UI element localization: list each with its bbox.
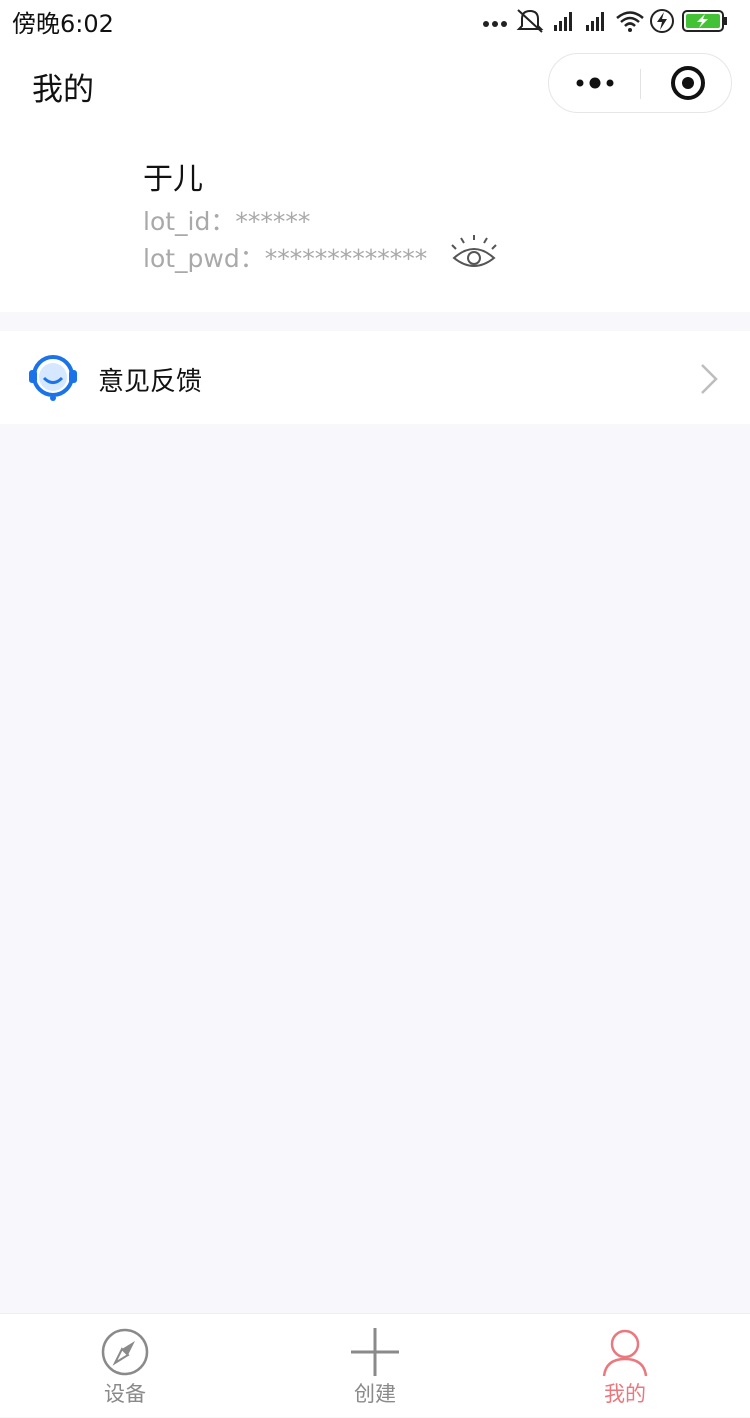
tab-label: 设备: [104, 1382, 146, 1406]
tab-label: 我的: [604, 1382, 646, 1406]
battery-icon: [682, 10, 727, 32]
profile-card: 于儿 lot_id：****** lot_pwd：*************: [0, 132, 750, 312]
status-time: 傍晚6:02: [12, 10, 114, 38]
mute-bell-icon: [516, 9, 544, 33]
wifi-icon: [616, 11, 644, 32]
compass-icon: [101, 1328, 149, 1376]
tab-create[interactable]: 创建: [250, 1314, 500, 1418]
nav-bar: 我的: [0, 40, 750, 132]
lot-pwd-label: lot_pwd：: [143, 244, 265, 273]
status-bar: 傍晚6:02: [0, 0, 750, 40]
signal-icon: [554, 12, 572, 31]
feedback-menu-item[interactable]: 意见反馈: [0, 331, 750, 424]
close-button[interactable]: [641, 54, 731, 112]
status-icons: [483, 9, 727, 33]
more-dots-icon: [576, 77, 614, 89]
user-name: 于儿: [143, 162, 203, 197]
lot-id-row: lot_id：******: [143, 202, 310, 238]
target-circle-icon: [671, 66, 705, 100]
mini-program-capsule: [548, 53, 732, 113]
chevron-right-icon: [701, 364, 718, 394]
more-dots-icon: [483, 21, 507, 27]
menu-item-label: 意见反馈: [98, 367, 203, 397]
page-title: 我的: [32, 72, 94, 108]
customer-service-icon: [29, 355, 77, 401]
tab-mine[interactable]: 我的: [500, 1314, 750, 1418]
lot-id-label: lot_id：: [143, 207, 236, 236]
tab-devices[interactable]: 设备: [0, 1314, 250, 1418]
user-icon: [602, 1329, 648, 1377]
lot-id-value: ******: [235, 207, 311, 236]
more-button[interactable]: [549, 54, 640, 112]
lot-pwd-value: *************: [264, 244, 428, 273]
lot-pwd-row: lot_pwd：*************: [143, 239, 427, 275]
tab-label: 创建: [354, 1382, 396, 1406]
tab-bar: 设备 创建 我的: [0, 1313, 750, 1417]
charging-icon: [650, 9, 674, 33]
signal-icon: [586, 12, 604, 31]
eye-icon[interactable]: [450, 234, 498, 276]
plus-icon: [351, 1328, 399, 1376]
